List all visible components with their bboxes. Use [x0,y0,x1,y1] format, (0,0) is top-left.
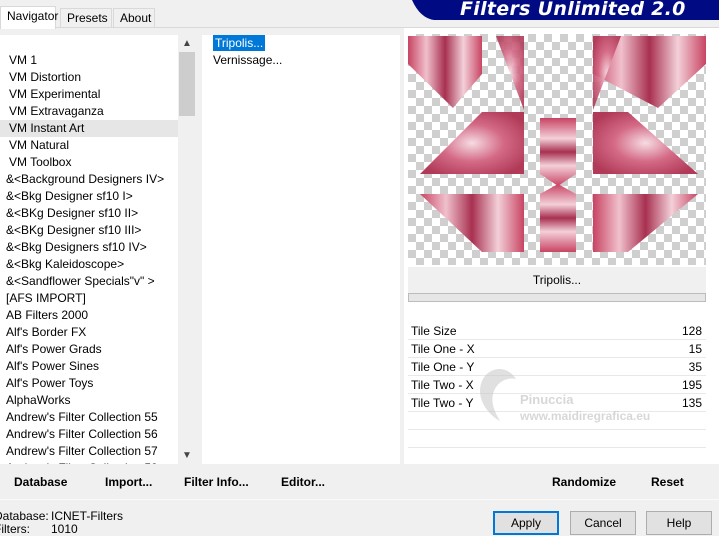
database-button[interactable]: Database [14,475,67,489]
banner-title: Filters Unlimited 2.0 [460,0,686,20]
category-item[interactable]: &<BKg Designer sf10 II> [0,205,196,222]
param-row[interactable]: Tile Size 128 [408,322,706,340]
category-item[interactable]: &<Bkg Kaleidoscope> [0,256,196,273]
preview-image [408,34,706,265]
category-item[interactable]: VM Toolbox [0,154,196,171]
category-item[interactable]: Andrew's Filter Collection 57 [0,443,196,460]
filters-label: Filters: [0,522,30,536]
tab-presets[interactable]: Presets [60,8,112,28]
param-label: Tile Two - X [411,378,474,392]
filter-list[interactable]: Tripolis... Vernissage... [202,35,400,464]
separator [0,499,719,500]
category-item[interactable]: [AFS IMPORT] [0,290,196,307]
category-item[interactable]: VM Instant Art [0,120,196,137]
param-label: Tile Size [411,324,457,338]
watermark-url: www.maidiregrafica.eu [520,409,651,423]
param-value[interactable]: 135 [682,394,702,412]
progress-bar [408,293,706,302]
scroll-thumb[interactable] [179,52,195,116]
randomize-button[interactable]: Randomize [552,475,616,489]
category-item[interactable]: VM Distortion [0,69,196,86]
param-label: Tile One - Y [411,360,475,374]
category-item[interactable]: Alf's Power Sines [0,358,196,375]
category-item[interactable]: &<Sandflower Specials"v" > [0,273,196,290]
param-value[interactable]: 15 [689,340,702,358]
filter-item[interactable]: Tripolis... [202,35,400,52]
title-banner: Filters Unlimited 2.0 [412,0,719,20]
category-item[interactable]: VM Experimental [0,86,196,103]
category-item[interactable]: VM Natural [0,137,196,154]
param-label: Tile One - X [411,342,475,356]
param-value[interactable]: 128 [682,322,702,340]
import-button[interactable]: Import... [105,475,152,489]
category-item[interactable]: Alf's Power Grads [0,341,196,358]
category-item[interactable]: AB Filters 2000 [0,307,196,324]
category-item[interactable]: VM 1 [0,52,196,69]
apply-button[interactable]: Apply [493,511,559,535]
filter-info-button[interactable]: Filter Info... [184,475,249,489]
preview-filter-name: Tripolis... [408,267,706,293]
category-list[interactable]: VM 1 VM Distortion VM Experimental VM Extra… [0,35,196,464]
category-scrollbar[interactable]: ▲ ▼ [178,35,196,464]
category-item[interactable]: Andrew's Filter Collection 56 [0,426,196,443]
reset-button[interactable]: Reset [651,475,684,489]
watermark: Pinuccia www.maidiregrafica.eu [470,365,680,425]
action-toolbar: Database Import... Filter Info... Editor… [0,466,719,498]
tab-about[interactable]: About [113,8,155,28]
category-item[interactable]: VM Extravaganza [0,103,196,120]
category-item[interactable]: Alf's Power Toys [0,375,196,392]
param-row-empty [408,430,706,448]
category-item[interactable]: &<BKg Designer sf10 III> [0,222,196,239]
category-item[interactable]: AlphaWorks [0,392,196,409]
category-item[interactable]: &<Bkg Designers sf10 IV> [0,239,196,256]
category-item[interactable]: &<Background Designers IV> [0,171,196,188]
scroll-down-icon[interactable]: ▼ [178,447,196,464]
param-value[interactable]: 195 [682,376,702,394]
watermark-name: Pinuccia [520,392,574,407]
category-item[interactable]: Alf's Border FX [0,324,196,341]
category-item[interactable]: Andrew's Filter Collection 58 [0,460,196,464]
param-label: Tile Two - Y [411,396,474,410]
cancel-button[interactable]: Cancel [570,511,636,535]
filters-count: 1010 [51,522,78,536]
help-button[interactable]: Help [646,511,712,535]
tab-navigator[interactable]: Navigator [0,6,58,29]
scroll-up-icon[interactable]: ▲ [178,35,196,52]
editor-button[interactable]: Editor... [281,475,325,489]
category-item[interactable]: &<Bkg Designer sf10 I> [0,188,196,205]
param-value[interactable]: 35 [689,358,702,376]
param-row[interactable]: Tile One - X 15 [408,340,706,358]
filter-item[interactable]: Vernissage... [202,52,400,69]
category-item[interactable]: Andrew's Filter Collection 55 [0,409,196,426]
